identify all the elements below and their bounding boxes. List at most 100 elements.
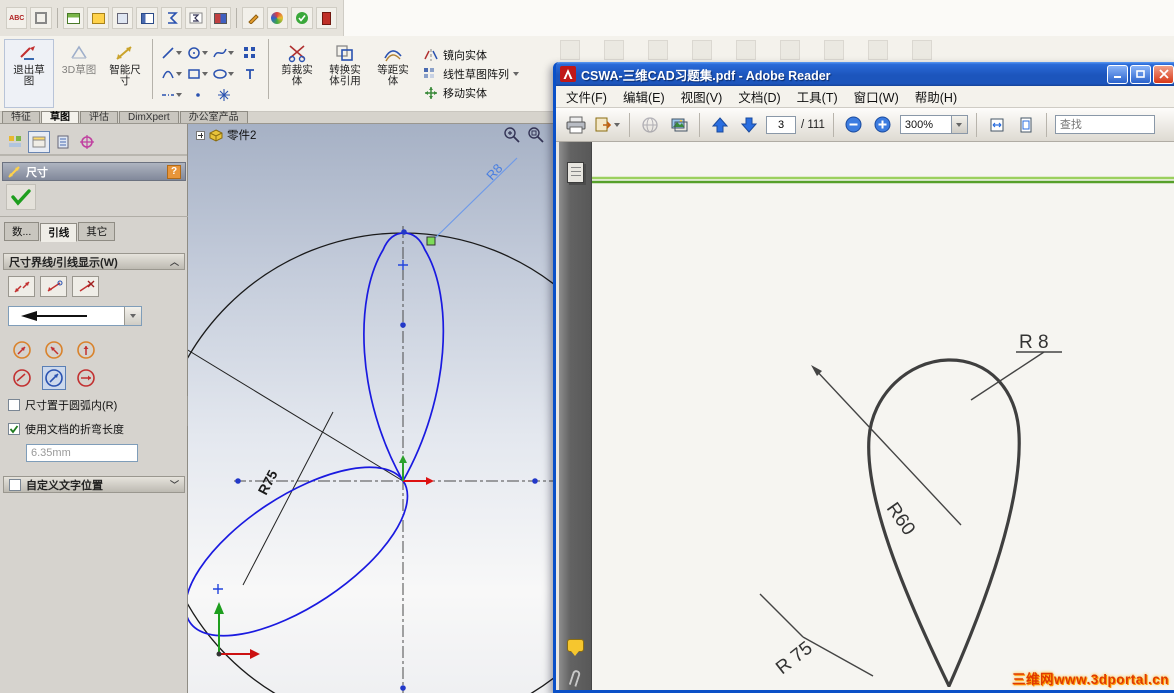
- expand-icon[interactable]: [196, 130, 205, 140]
- hidden-toolbar-icon[interactable]: [868, 40, 888, 60]
- arrow-auto-button[interactable]: [10, 338, 34, 362]
- smart-dimension-button[interactable]: 智能尺寸: [104, 39, 146, 108]
- petal-curve-vertical[interactable]: [363, 232, 445, 483]
- hidden-toolbar-icon[interactable]: [736, 40, 756, 60]
- move-entities-button[interactable]: 移动实体: [423, 85, 519, 101]
- feature-tree-item[interactable]: 零件2: [196, 127, 256, 143]
- hidden-toolbar-icon[interactable]: [560, 40, 580, 60]
- tab-value[interactable]: 数...: [4, 222, 40, 241]
- 3d-sketch-button[interactable]: 3D草图: [58, 39, 100, 108]
- sketch-canvas[interactable]: R8 R75: [188, 124, 553, 693]
- dim-inside-arc-checkbox[interactable]: 尺寸置于圆弧内(R): [8, 397, 117, 413]
- help-button[interactable]: ?: [167, 164, 181, 179]
- custom-text-position-header[interactable]: 自定义文字位置 ﹀: [3, 476, 185, 493]
- featuremanager-tab-icon[interactable]: [4, 131, 26, 153]
- use-document-bent-length-checkbox[interactable]: 使用文档的折弯长度: [8, 421, 124, 437]
- mirror-entities-button[interactable]: 镜向实体: [423, 47, 519, 63]
- menu-tools[interactable]: 工具(T): [797, 87, 838, 106]
- magnifier-plus-icon[interactable]: [503, 126, 521, 144]
- sketch-circle[interactable]: [188, 232, 553, 693]
- menu-edit[interactable]: 编辑(E): [623, 87, 665, 106]
- menu-view[interactable]: 视图(V): [681, 87, 723, 106]
- next-page-button[interactable]: [737, 112, 761, 138]
- pattern-tool-icon[interactable]: [237, 43, 262, 63]
- attachments-panel-icon[interactable]: [568, 669, 582, 687]
- menu-document[interactable]: 文档(D): [738, 87, 780, 106]
- find-input[interactable]: [1054, 115, 1155, 134]
- arrow-inside-button[interactable]: [74, 338, 98, 362]
- zoom-level-select[interactable]: 300%: [899, 115, 968, 134]
- rectangle-tool-icon[interactable]: [185, 64, 210, 84]
- pen-tool-icon[interactable]: [242, 7, 264, 29]
- linear-pattern-button[interactable]: 线性草图阵列: [423, 66, 519, 82]
- title-bar[interactable]: CSWA-三维CAD习题集.pdf - Adobe Reader: [556, 62, 1174, 86]
- drag-handle[interactable]: [426, 236, 436, 246]
- offset-entities-button[interactable]: 等距实体: [371, 39, 415, 108]
- r75-dimension-line[interactable]: [242, 411, 334, 586]
- trim-entities-button[interactable]: 剪裁实体: [275, 39, 319, 108]
- convert-entities-button[interactable]: 转换实体引用: [323, 39, 367, 108]
- minimize-button[interactable]: [1107, 64, 1128, 84]
- sketch-dim-r75[interactable]: R75: [255, 467, 281, 497]
- diagonal-line[interactable]: [188, 349, 404, 482]
- tab-evaluate[interactable]: 评估: [80, 111, 118, 123]
- menu-help[interactable]: 帮助(H): [915, 87, 957, 106]
- dimxpertmanager-tab-icon[interactable]: [76, 131, 98, 153]
- picture-tasks-button[interactable]: [667, 112, 691, 138]
- pdf-page[interactable]: R 8 R60 R 75 三维网www.3dportal.cn: [592, 142, 1174, 690]
- zoom-out-button[interactable]: [842, 112, 866, 138]
- point-tool-icon[interactable]: [185, 85, 210, 105]
- export-table-icon[interactable]: [87, 7, 109, 29]
- arrow-selected-button[interactable]: [42, 366, 66, 390]
- hidden-toolbar-icon[interactable]: [824, 40, 844, 60]
- page-number-input[interactable]: [766, 115, 796, 134]
- line-tool-icon[interactable]: [159, 43, 184, 63]
- book-icon[interactable]: [315, 7, 338, 29]
- star-tool-icon[interactable]: [211, 85, 236, 105]
- design-table-icon[interactable]: [136, 7, 158, 29]
- comments-panel-icon[interactable]: [567, 639, 584, 656]
- magnifier-window-icon[interactable]: [527, 126, 545, 144]
- previous-page-button[interactable]: [708, 112, 732, 138]
- propertymanager-tab-icon[interactable]: [28, 131, 50, 153]
- centerline-tool-icon[interactable]: [159, 85, 184, 105]
- tab-features[interactable]: 特征: [2, 111, 40, 123]
- witness-group-header[interactable]: 尺寸界线/引线显示(W) ︿: [3, 253, 185, 270]
- witness-none-button[interactable]: [72, 276, 99, 297]
- sum-icon[interactable]: [160, 7, 183, 29]
- ellipse-tool-icon[interactable]: [211, 64, 236, 84]
- hidden-toolbar-icon[interactable]: [912, 40, 932, 60]
- arrow-leader-button[interactable]: [74, 366, 98, 390]
- hidden-toolbar-icon[interactable]: [648, 40, 668, 60]
- tab-sketch[interactable]: 草图: [41, 111, 79, 123]
- tab-office[interactable]: 办公室产品: [179, 111, 248, 123]
- arrow-outside-button[interactable]: [42, 338, 66, 362]
- witness-one-button[interactable]: [40, 276, 67, 297]
- print-button[interactable]: [564, 112, 588, 138]
- menu-file[interactable]: 文件(F): [566, 87, 607, 106]
- border-tool-icon[interactable]: [30, 7, 52, 29]
- checkbox-tool-icon[interactable]: [111, 7, 134, 29]
- configurationmanager-tab-icon[interactable]: [52, 131, 74, 153]
- bent-leader-length-input[interactable]: [26, 444, 138, 462]
- circle-tool-icon[interactable]: [185, 43, 210, 63]
- hidden-toolbar-icon[interactable]: [604, 40, 624, 60]
- fit-page-button[interactable]: [1014, 112, 1038, 138]
- tab-leaders[interactable]: 引线: [40, 223, 78, 242]
- color-wheel-icon[interactable]: [266, 7, 289, 29]
- sketch-dim-r8[interactable]: R8: [483, 161, 505, 183]
- arrow-smart-button[interactable]: [10, 366, 34, 390]
- exit-sketch-button[interactable]: 退出草图: [4, 39, 54, 108]
- export-button[interactable]: [593, 112, 621, 138]
- sum-table-icon[interactable]: [185, 7, 207, 29]
- tab-other[interactable]: 其它: [78, 222, 116, 241]
- close-button[interactable]: [1153, 64, 1174, 84]
- arrow-style-select[interactable]: [8, 306, 142, 326]
- graphics-area[interactable]: 零件2 R8 R75: [188, 124, 553, 693]
- text-tool-icon[interactable]: [237, 64, 262, 84]
- hidden-toolbar-icon[interactable]: [780, 40, 800, 60]
- hidden-toolbar-icon[interactable]: [692, 40, 712, 60]
- check-circle-icon[interactable]: [291, 7, 313, 29]
- pages-panel-icon[interactable]: [567, 162, 584, 183]
- equation-table-icon[interactable]: [209, 7, 232, 29]
